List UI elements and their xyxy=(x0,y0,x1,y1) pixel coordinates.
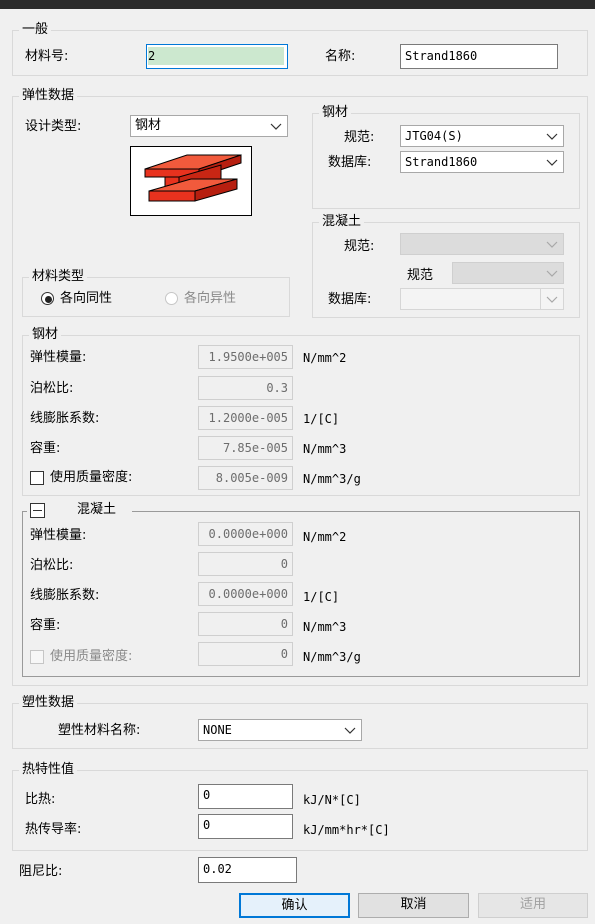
plastic-data-legend: 塑性数据 xyxy=(19,695,78,711)
anisotropic-radio[interactable] xyxy=(165,292,178,305)
steel-beam-icon xyxy=(144,154,242,202)
apply-button[interactable]: 适用 xyxy=(478,893,588,918)
material-type-legend: 材料类型 xyxy=(29,269,88,285)
steel-code-select[interactable]: JTG04(S) xyxy=(400,125,564,147)
steel-modulus-unit: N/mm^2 xyxy=(303,351,347,365)
specific-heat-input[interactable]: 0 xyxy=(198,784,293,809)
steel-mass-density-unit: N/mm^3/g xyxy=(303,472,361,486)
material-no-label: 材料号: xyxy=(25,49,69,64)
isotropic-label: 各向同性 xyxy=(60,291,113,306)
window-title-bar xyxy=(0,0,595,9)
steel-expansion-unit: 1/[C] xyxy=(303,412,340,426)
steel-weight-label: 容重: xyxy=(30,441,61,456)
general-legend: 一般 xyxy=(19,22,52,38)
concrete-expansion-unit: 1/[C] xyxy=(303,590,340,604)
steel-properties-legend: 钢材 xyxy=(29,327,62,343)
damping-label: 阻尼比: xyxy=(19,864,63,879)
name-input[interactable]: Strand1860 xyxy=(400,44,558,69)
chevron-down-icon xyxy=(546,159,558,166)
plastic-name-select[interactable]: NONE xyxy=(198,719,362,741)
concrete-weight-unit: N/mm^3 xyxy=(303,620,347,634)
steel-db-label: 数据库: xyxy=(328,155,372,170)
conductivity-label: 热传导率: xyxy=(25,822,82,837)
steel-poisson-label: 泊松比: xyxy=(30,381,74,396)
isotropic-radio[interactable] xyxy=(41,292,54,305)
concrete-weight-input[interactable]: 0 xyxy=(198,612,293,636)
concrete-code-label-2: 规范 xyxy=(407,268,434,283)
concrete-db-label: 数据库: xyxy=(328,292,372,307)
chevron-down-icon xyxy=(546,241,558,248)
anisotropic-label: 各向异性 xyxy=(184,291,237,306)
concrete-expansion-label: 线膨胀系数: xyxy=(30,588,100,603)
material-no-value: 2 xyxy=(148,47,284,65)
minus-icon xyxy=(33,510,42,511)
concrete-weight-label: 容重: xyxy=(30,618,61,633)
steel-code-legend: 钢材 xyxy=(319,105,352,121)
chevron-down-icon xyxy=(546,270,558,277)
concrete-modulus-unit: N/mm^2 xyxy=(303,530,347,544)
steel-mass-density-checkbox[interactable] xyxy=(30,471,44,485)
design-type-label: 设计类型: xyxy=(25,119,82,134)
plastic-name-label: 塑性材料名称: xyxy=(58,723,141,738)
steel-expansion-label: 线膨胀系数: xyxy=(30,411,100,426)
steel-weight-input[interactable]: 7.85e-005 xyxy=(198,436,293,460)
concrete-db-select[interactable] xyxy=(400,288,564,310)
steel-code-value: JTG04(S) xyxy=(405,129,463,143)
concrete-code-select-2[interactable] xyxy=(452,262,564,284)
design-type-select[interactable]: 钢材 xyxy=(130,115,288,137)
concrete-code-select[interactable] xyxy=(400,233,564,255)
conductivity-input[interactable]: 0 xyxy=(198,814,293,839)
elastic-data-legend: 弹性数据 xyxy=(19,88,78,104)
concrete-mass-density-input[interactable]: 0 xyxy=(198,642,293,666)
design-type-value: 钢材 xyxy=(135,118,162,133)
concrete-modulus-label: 弹性模量: xyxy=(30,528,87,543)
ok-button[interactable]: 确认 xyxy=(239,893,350,918)
conductivity-unit: kJ/mm*hr*[C] xyxy=(303,823,390,837)
chevron-down-icon xyxy=(344,727,356,734)
concrete-legend-area: 混凝土 xyxy=(27,502,132,520)
cancel-button[interactable]: 取消 xyxy=(358,893,469,918)
concrete-poisson-input[interactable]: 0 xyxy=(198,552,293,576)
concrete-code-legend: 混凝土 xyxy=(319,214,365,230)
steel-db-select[interactable]: Strand1860 xyxy=(400,151,564,173)
concrete-mass-density-unit: N/mm^3/g xyxy=(303,650,361,664)
collapse-toggle[interactable] xyxy=(30,503,45,518)
plastic-name-value: NONE xyxy=(203,723,232,737)
chevron-down-icon xyxy=(546,296,558,303)
steel-modulus-label: 弹性模量: xyxy=(30,350,87,365)
steel-poisson-input[interactable]: 0.3 xyxy=(198,376,293,400)
concrete-code-label: 规范: xyxy=(344,239,375,254)
steel-mass-density-label: 使用质量密度: xyxy=(50,470,133,485)
specific-heat-unit: kJ/N*[C] xyxy=(303,793,361,807)
name-label: 名称: xyxy=(325,49,356,64)
material-no-input[interactable]: 2 xyxy=(146,44,288,69)
concrete-mass-density-label: 使用质量密度: xyxy=(50,649,133,664)
concrete-modulus-input[interactable]: 0.0000e+000 xyxy=(198,522,293,546)
concrete-expansion-input[interactable]: 0.0000e+000 xyxy=(198,582,293,606)
concrete-properties-legend: 混凝土 xyxy=(74,502,120,518)
chevron-down-icon xyxy=(270,123,282,130)
specific-heat-label: 比热: xyxy=(25,792,56,807)
concrete-poisson-label: 泊松比: xyxy=(30,558,74,573)
material-image-frame xyxy=(130,146,252,216)
radio-selected-dot xyxy=(45,296,52,303)
steel-modulus-input[interactable]: 1.9500e+005 xyxy=(198,345,293,369)
chevron-down-icon xyxy=(546,133,558,140)
steel-mass-density-input[interactable]: 8.005e-009 xyxy=(198,466,293,490)
steel-db-value: Strand1860 xyxy=(405,155,478,169)
damping-input[interactable]: 0.02 xyxy=(198,857,297,883)
steel-expansion-input[interactable]: 1.2000e-005 xyxy=(198,406,293,430)
thermal-legend: 热特性值 xyxy=(19,762,78,778)
steel-code-label: 规范: xyxy=(344,130,375,145)
concrete-mass-density-checkbox[interactable] xyxy=(30,650,44,664)
steel-weight-unit: N/mm^3 xyxy=(303,442,347,456)
thermal-group xyxy=(12,770,588,851)
